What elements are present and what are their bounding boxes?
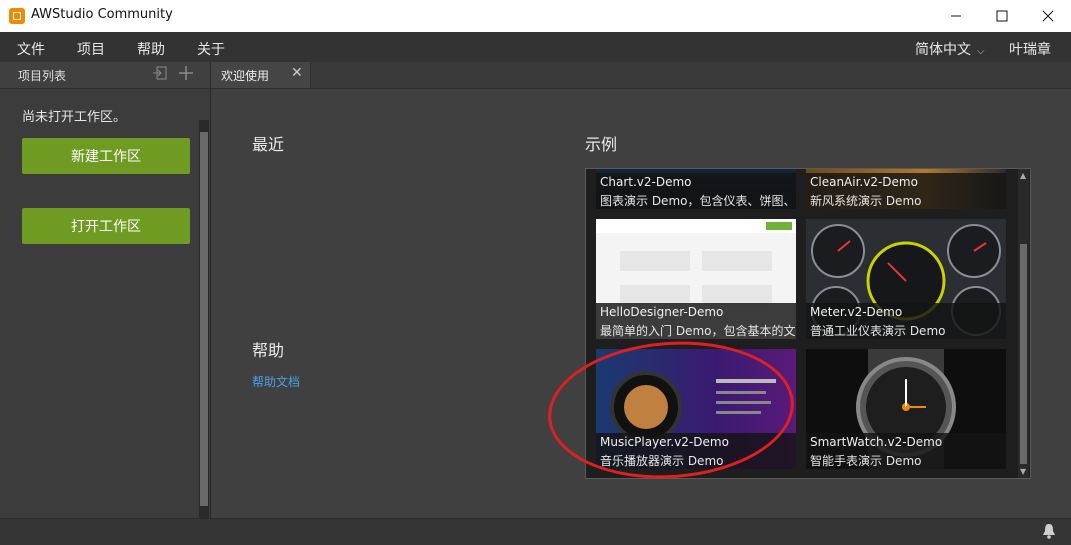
window-title: AWStudio Community (31, 7, 173, 22)
notification-bell-icon[interactable] (1042, 523, 1056, 543)
menu-help[interactable]: 帮助 (137, 39, 165, 59)
help-docs-link[interactable]: 帮助文档 (252, 373, 300, 390)
example-desc: 图表演示 Demo，包含仪表、饼图、... (600, 194, 796, 208)
no-workspace-text: 尚未打开工作区。 (22, 110, 127, 125)
language-selector[interactable]: 简体中文 ⌵ (915, 39, 985, 59)
sidebar-title: 项目列表 (18, 69, 67, 83)
maximize-icon (996, 10, 1008, 22)
example-name: SmartWatch.v2-Demo (810, 435, 943, 449)
card-caption: Chart.v2-Demo 图表演示 Demo，包含仪表、饼图、... (596, 173, 796, 209)
scrollbar-thumb[interactable] (200, 132, 208, 506)
add-icon[interactable] (178, 65, 194, 85)
examples-title: 示例 (585, 135, 618, 154)
tab-close-icon[interactable]: ✕ (291, 65, 303, 81)
example-desc: 最简单的入门 Demo，包含基本的文... (600, 324, 796, 338)
minimize-icon (951, 15, 961, 17)
menu-project[interactable]: 项目 (77, 39, 105, 59)
status-bar (0, 518, 1071, 545)
example-card-chart[interactable]: Chart.v2-Demo 图表演示 Demo，包含仪表、饼图、... (596, 169, 796, 209)
example-desc: 新风系统演示 Demo (810, 194, 922, 208)
menu-about[interactable]: 关于 (197, 39, 225, 59)
tab-bar: 欢迎使用 ✕ (211, 62, 1071, 89)
card-caption: SmartWatch.v2-Demo 智能手表演示 Demo (806, 433, 1006, 469)
example-desc: 智能手表演示 Demo (810, 454, 922, 468)
app-logo-icon (9, 8, 25, 24)
scroll-down-icon[interactable]: ▼ (1020, 467, 1026, 476)
user-name[interactable]: 叶瑞章 (1009, 39, 1051, 59)
gallery-scrollbar-thumb[interactable] (1020, 244, 1027, 464)
close-icon (1042, 10, 1054, 22)
minimize-button[interactable] (933, 0, 979, 32)
import-icon[interactable] (152, 65, 168, 85)
menu-file[interactable]: 文件 (17, 39, 45, 59)
example-name: CleanAir.v2-Demo (810, 175, 918, 189)
scroll-up-icon[interactable]: ▲ (1020, 171, 1026, 180)
menu-bar: 文件 项目 帮助 关于 简体中文 ⌵ 叶瑞章 (0, 32, 1071, 62)
example-name: Meter.v2-Demo (810, 305, 903, 319)
tab-label: 欢迎使用 (221, 69, 270, 83)
language-label: 简体中文 (915, 42, 971, 58)
sidebar-scrollbar[interactable] (199, 120, 209, 518)
recent-title: 最近 (252, 135, 285, 154)
example-name: Chart.v2-Demo (600, 175, 692, 189)
example-card-smartwatch[interactable]: SmartWatch.v2-Demo 智能手表演示 Demo (806, 349, 1006, 469)
card-caption: Meter.v2-Demo 普通工业仪表演示 Demo (806, 303, 1006, 339)
project-sidebar: 项目列表 尚未打开工作区。 新建工作区 打开工作区 (0, 62, 211, 518)
title-bar: AWStudio Community (0, 0, 1071, 32)
example-desc: 普通工业仪表演示 Demo (810, 324, 946, 338)
example-card-hellodesigner[interactable]: HelloDesigner-Demo 最简单的入门 Demo，包含基本的文... (596, 219, 796, 339)
chevron-down-icon: ⌵ (977, 46, 985, 57)
help-title: 帮助 (252, 341, 285, 360)
example-name: HelloDesigner-Demo (600, 305, 724, 319)
sidebar-header: 项目列表 (0, 62, 210, 89)
gallery-scrollbar[interactable]: ▲ ▼ (1018, 169, 1029, 478)
card-caption: CleanAir.v2-Demo 新风系统演示 Demo (806, 173, 1006, 209)
maximize-button[interactable] (979, 0, 1025, 32)
tab-welcome[interactable]: 欢迎使用 ✕ (211, 62, 311, 88)
example-card-meter[interactable]: Meter.v2-Demo 普通工业仪表演示 Demo (806, 219, 1006, 339)
new-workspace-button[interactable]: 新建工作区 (22, 138, 190, 174)
close-button[interactable] (1025, 0, 1071, 32)
card-caption: HelloDesigner-Demo 最简单的入门 Demo，包含基本的文... (596, 303, 796, 339)
open-workspace-button[interactable]: 打开工作区 (22, 208, 190, 244)
example-card-cleanair[interactable]: CleanAir.v2-Demo 新风系统演示 Demo (806, 169, 1006, 209)
